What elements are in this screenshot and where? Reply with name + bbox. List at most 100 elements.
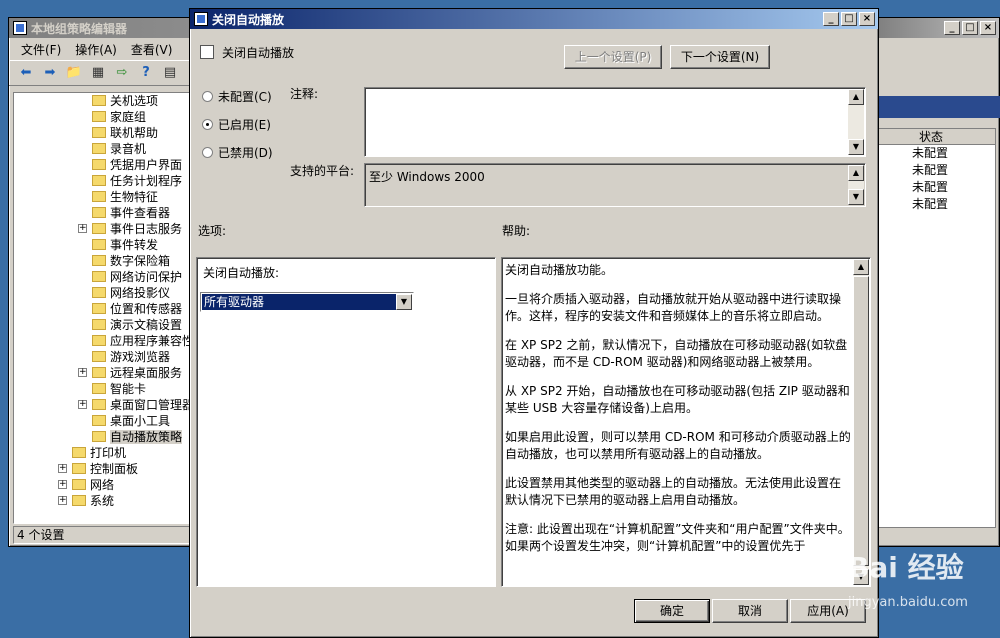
next-setting-button[interactable]: 下一个设置(N) bbox=[670, 45, 770, 69]
status-cell[interactable]: 未配置 bbox=[879, 145, 995, 162]
chevron-down-icon[interactable]: ▼ bbox=[396, 294, 412, 310]
tree-item[interactable]: 游戏浏览器 bbox=[14, 349, 196, 365]
export-list-icon[interactable]: ⇨ bbox=[113, 64, 131, 82]
tree-item[interactable]: 数字保险箱 bbox=[14, 253, 196, 269]
tree-item-label: 数字保险箱 bbox=[110, 254, 171, 268]
folder-icon bbox=[92, 223, 106, 234]
maximize-icon[interactable]: □ bbox=[841, 12, 857, 26]
minimize-icon[interactable]: _ bbox=[823, 12, 839, 26]
folder-icon bbox=[92, 271, 106, 282]
menu-action[interactable]: 操作(A) bbox=[75, 41, 117, 58]
platform-value: 至少 Windows 2000 bbox=[369, 170, 485, 184]
scroll-up-icon[interactable]: ▲ bbox=[848, 89, 864, 105]
expand-plus-icon[interactable]: + bbox=[58, 480, 67, 489]
tree-item[interactable]: 演示文稿设置 bbox=[14, 317, 196, 333]
option-field-label: 关闭自动播放: bbox=[203, 266, 280, 280]
comment-scrollbar[interactable]: ▲ ▼ bbox=[848, 89, 864, 155]
folder-icon bbox=[92, 207, 106, 218]
radio-enabled[interactable]: 已启用(E) bbox=[202, 117, 322, 133]
cancel-button[interactable]: 取消 bbox=[712, 599, 788, 623]
folder-icon bbox=[92, 127, 106, 138]
tree-item[interactable]: 事件查看器 bbox=[14, 205, 196, 221]
folder-icon bbox=[92, 255, 106, 266]
expand-plus-icon[interactable]: + bbox=[78, 400, 87, 409]
tree-item[interactable]: 智能卡 bbox=[14, 381, 196, 397]
help-paragraph: 一旦将介质插入驱动器，自动播放就开始从驱动器中进行读取操作。这样，程序的安装文件… bbox=[505, 292, 842, 323]
menu-file[interactable]: 文件(F) bbox=[21, 41, 61, 58]
platform-scrollbar[interactable]: ▲ ▼ bbox=[848, 165, 864, 205]
radio-disabled[interactable]: 已禁用(D) bbox=[202, 145, 322, 161]
drive-select[interactable]: 所有驱动器 ▼ bbox=[200, 292, 414, 312]
tree-item[interactable]: 网络访问保护 bbox=[14, 269, 196, 285]
properties-icon[interactable]: ▤ bbox=[161, 64, 179, 82]
tree-item[interactable]: 录音机 bbox=[14, 141, 196, 157]
tree-item[interactable]: 任务计划程序 bbox=[14, 173, 196, 189]
tree-item-label: 打印机 bbox=[90, 446, 127, 460]
menu-view[interactable]: 查看(V) bbox=[131, 41, 173, 58]
folder-icon bbox=[92, 303, 106, 314]
expand-plus-icon[interactable]: + bbox=[78, 224, 87, 233]
folder-icon bbox=[92, 95, 106, 106]
settings-list[interactable]: 状态 未配置 未配置 未配置 未配置 bbox=[878, 128, 996, 528]
scroll-up-icon[interactable]: ▲ bbox=[853, 259, 869, 275]
tree-item[interactable]: 关机选项 bbox=[14, 93, 196, 109]
comment-textarea[interactable]: ▲ ▼ bbox=[364, 87, 866, 157]
close-icon[interactable]: × bbox=[859, 12, 875, 26]
help-paragraph: 如果启用此设置，则可以禁用 CD-ROM 和可移动介质驱动器上的自动播放，也可以… bbox=[505, 430, 851, 461]
tree-item[interactable]: 打印机 bbox=[14, 445, 196, 461]
tree-item[interactable]: + 桌面窗口管理器 bbox=[14, 397, 196, 413]
maximize-icon[interactable]: □ bbox=[962, 21, 978, 35]
prev-setting-button[interactable]: 上一个设置(P) bbox=[564, 45, 662, 69]
help-paragraph: 从 XP SP2 开始，自动播放也在可移动驱动器(包括 ZIP 驱动器和某些 U… bbox=[505, 384, 850, 415]
tree-item[interactable]: + 事件日志服务 bbox=[14, 221, 196, 237]
folder-icon bbox=[92, 431, 106, 442]
tree-item[interactable]: + 远程桌面服务 bbox=[14, 365, 196, 381]
tree-item[interactable]: 应用程序兼容性 bbox=[14, 333, 196, 349]
tree-item-label: 事件日志服务 bbox=[110, 222, 183, 236]
ok-button[interactable]: 确定 bbox=[634, 599, 710, 623]
scroll-thumb[interactable] bbox=[853, 276, 869, 566]
expand-plus-icon[interactable]: + bbox=[58, 496, 67, 505]
status-cell[interactable]: 未配置 bbox=[879, 162, 995, 179]
column-header-status[interactable]: 状态 bbox=[879, 129, 995, 145]
scroll-up-icon[interactable]: ▲ bbox=[848, 165, 864, 181]
forward-arrow-icon[interactable]: ➡ bbox=[41, 64, 59, 82]
folder-icon bbox=[92, 143, 106, 154]
back-arrow-icon[interactable]: ⬅ bbox=[17, 64, 35, 82]
expand-plus-icon[interactable]: + bbox=[78, 368, 87, 377]
tree-item[interactable]: 位置和传感器 bbox=[14, 301, 196, 317]
close-icon[interactable]: × bbox=[980, 21, 996, 35]
settings-window-titlebar[interactable]: _ □ × bbox=[878, 18, 999, 38]
folder-icon bbox=[92, 319, 106, 330]
policy-tree[interactable]: 关机选项 家庭组 联机帮助 录音机 凭据用户界面 任务计划程序 生物特征 事件查看器 + 事件日志… bbox=[13, 92, 197, 524]
tree-item-label: 远程桌面服务 bbox=[110, 366, 183, 380]
tree-item[interactable]: + 系统 bbox=[14, 493, 196, 509]
expand-plus-icon[interactable]: + bbox=[58, 464, 67, 473]
tree-item[interactable]: + 网络 bbox=[14, 477, 196, 493]
help-scrollbar[interactable]: ▲ ▼ bbox=[853, 259, 869, 585]
tree-item[interactable]: 家庭组 bbox=[14, 109, 196, 125]
up-folder-icon[interactable]: 📁 bbox=[65, 64, 83, 82]
tree-item[interactable]: 事件转发 bbox=[14, 237, 196, 253]
folder-icon bbox=[92, 415, 106, 426]
minimize-icon[interactable]: _ bbox=[944, 21, 960, 35]
tree-item[interactable]: + 控制面板 bbox=[14, 461, 196, 477]
tree-item-label: 关机选项 bbox=[110, 94, 159, 108]
tree-item[interactable]: 桌面小工具 bbox=[14, 413, 196, 429]
help-icon[interactable]: ? bbox=[137, 64, 155, 82]
status-cell[interactable]: 未配置 bbox=[879, 179, 995, 196]
help-paragraph: 在 XP SP2 之前，默认情况下，自动播放在可移动驱动器(如软盘驱动器，而不是… bbox=[505, 338, 848, 369]
tree-item-label: 位置和传感器 bbox=[110, 302, 183, 316]
tree-item[interactable]: 自动播放策略 bbox=[14, 429, 196, 445]
dialog-titlebar[interactable]: 关闭自动播放 _ □ × bbox=[190, 9, 878, 29]
tree-item[interactable]: 生物特征 bbox=[14, 189, 196, 205]
tree-item[interactable]: 网络投影仪 bbox=[14, 285, 196, 301]
scroll-down-icon[interactable]: ▼ bbox=[848, 189, 864, 205]
setting-heading: 关闭自动播放 bbox=[222, 46, 295, 60]
comment-label: 注释: bbox=[290, 87, 319, 101]
status-cell[interactable]: 未配置 bbox=[879, 196, 995, 213]
tree-item[interactable]: 凭据用户界面 bbox=[14, 157, 196, 173]
tree-item[interactable]: 联机帮助 bbox=[14, 125, 196, 141]
show-tree-icon[interactable]: ▦ bbox=[89, 64, 107, 82]
scroll-down-icon[interactable]: ▼ bbox=[848, 139, 864, 155]
